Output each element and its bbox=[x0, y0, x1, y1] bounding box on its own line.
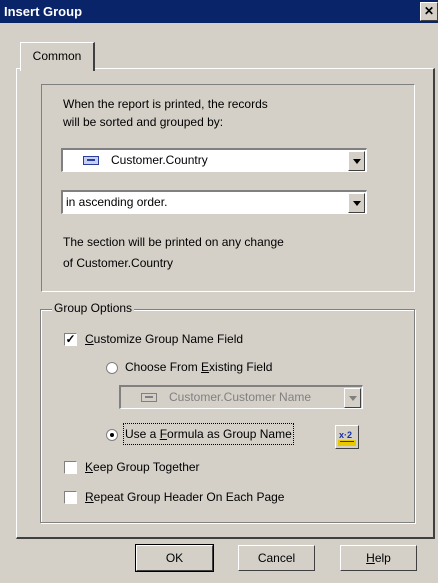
existing-field-value: Customer.Customer Name bbox=[169, 390, 312, 404]
choose-existing-field-label[interactable]: Choose From Existing Field bbox=[125, 358, 272, 376]
mnemonic: E bbox=[201, 360, 210, 374]
label-text: elp bbox=[374, 551, 391, 565]
sort-order-value: in ascending order. bbox=[66, 195, 168, 209]
label-text: xisting Field bbox=[209, 360, 273, 374]
label-text: eep Group Together bbox=[93, 460, 200, 474]
title-bar: Insert Group ✕ bbox=[0, 0, 438, 23]
sort-description-line1: When the report is printed, the records bbox=[63, 97, 268, 111]
field-icon bbox=[141, 393, 157, 402]
repeat-group-header-checkbox[interactable] bbox=[64, 491, 77, 504]
group-options-legend: Group Options bbox=[52, 300, 135, 316]
tab-common[interactable]: Common bbox=[20, 42, 95, 71]
use-formula-radio[interactable] bbox=[106, 429, 118, 441]
existing-field-select: Customer.Customer Name bbox=[119, 385, 363, 409]
close-icon[interactable]: ✕ bbox=[420, 2, 438, 21]
group-field-value: Customer.Country bbox=[111, 153, 208, 167]
label-text: epeat Group Header On Each Page bbox=[93, 490, 285, 504]
chevron-down-icon bbox=[344, 388, 361, 408]
mnemonic: K bbox=[85, 460, 94, 474]
chevron-down-icon[interactable] bbox=[348, 193, 365, 213]
group-field-select[interactable]: Customer.Country bbox=[61, 148, 367, 172]
customize-group-name-label[interactable]: Customize Group Name Field bbox=[85, 330, 243, 348]
sort-description-line2: will be sorted and grouped by: bbox=[63, 115, 224, 129]
cancel-button[interactable]: Cancel bbox=[238, 545, 315, 571]
field-icon bbox=[83, 156, 99, 165]
choose-existing-field-radio[interactable] bbox=[106, 362, 118, 374]
ok-button[interactable]: OK bbox=[135, 544, 214, 572]
label-text: ormula as Group Name bbox=[167, 427, 292, 441]
chevron-down-icon[interactable] bbox=[348, 151, 365, 171]
section-description-line2: of Customer.Country bbox=[63, 256, 174, 270]
formula-editor-button[interactable]: x·2 bbox=[335, 425, 359, 449]
keep-group-together-checkbox[interactable] bbox=[64, 461, 77, 474]
sort-order-select[interactable]: in ascending order. bbox=[61, 190, 367, 214]
section-description-line1: The section will be printed on any chang… bbox=[63, 235, 284, 249]
mnemonic: H bbox=[366, 551, 375, 565]
label-text: ustomize Group Name Field bbox=[93, 332, 244, 346]
help-button[interactable]: Help bbox=[340, 545, 417, 571]
keep-group-together-label[interactable]: Keep Group Together bbox=[85, 458, 200, 476]
use-formula-label[interactable]: Use a Formula as Group Name bbox=[123, 423, 294, 445]
mnemonic: R bbox=[85, 490, 94, 504]
customize-group-name-checkbox[interactable]: ✓ bbox=[64, 333, 77, 346]
mnemonic: F bbox=[159, 427, 168, 441]
formula-icon: x·2 bbox=[338, 430, 356, 446]
svg-text:x·2: x·2 bbox=[339, 430, 352, 440]
label-text: Use a bbox=[125, 427, 160, 441]
mnemonic: C bbox=[85, 332, 94, 346]
repeat-group-header-label[interactable]: Repeat Group Header On Each Page bbox=[85, 488, 284, 506]
label-text: Choose From bbox=[125, 360, 202, 374]
window-title: Insert Group bbox=[4, 4, 83, 19]
